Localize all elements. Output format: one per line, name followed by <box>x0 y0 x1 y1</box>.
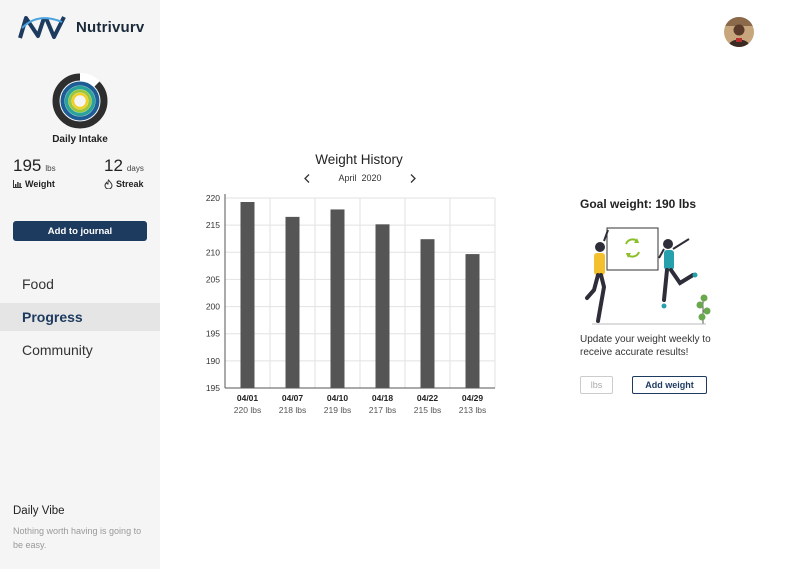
streak-value: 12 <box>104 156 123 175</box>
goal-weight-title: Goal weight: 190 lbs <box>580 197 697 211</box>
y-tick-label: 200 <box>206 302 220 312</box>
bar <box>330 209 345 388</box>
streak-unit: days <box>126 164 144 173</box>
bar <box>375 224 390 388</box>
x-tick-label: 04/18 <box>372 393 394 403</box>
sidebar-nav: Food Progress Community <box>0 270 160 369</box>
y-tick-label: 220 <box>206 193 220 203</box>
update-weight-text: Update your weight weekly to receive acc… <box>580 334 711 358</box>
streak-label: Streak <box>116 179 144 189</box>
add-weight-button[interactable]: Add weight <box>632 376 707 394</box>
bar <box>285 216 300 388</box>
month-year: 2020 <box>361 173 382 183</box>
y-tick-label: 195 <box>206 329 220 339</box>
weight-history-chart: 220 215 210 205 200 195 190 195 04/01 220 lbs 04/0… <box>206 193 496 415</box>
bar-value-label: 215 lbs <box>414 405 441 415</box>
nav-item-food[interactable]: Food <box>0 270 160 298</box>
x-tick-label: 04/10 <box>327 393 349 403</box>
bar <box>420 239 435 388</box>
progress-illustration <box>585 227 711 325</box>
daily-vibe-text: Nothing worth having is going to be easy… <box>13 526 142 550</box>
month-label: April 2020 <box>338 173 381 183</box>
streak-stat: 12 days Streak <box>104 156 144 189</box>
chevron-right-icon[interactable] <box>406 172 420 184</box>
weight-unit: lbs <box>45 164 56 173</box>
y-tick-label: 205 <box>206 274 220 284</box>
weight-history-title: Weight History <box>315 152 403 167</box>
x-tick-label: 04/29 <box>462 393 484 403</box>
month-navigator: April 2020 <box>300 172 420 184</box>
y-tick-label: 215 <box>206 220 220 230</box>
x-tick-label: 04/22 <box>417 393 439 403</box>
add-to-journal-button[interactable]: Add to journal <box>13 221 147 241</box>
avatar[interactable] <box>724 17 754 47</box>
brand-name: Nutrivurv <box>76 18 145 36</box>
bar-chart-icon <box>13 180 22 188</box>
logo[interactable]: Nutrivurv <box>18 14 144 40</box>
month-name: April <box>338 173 357 183</box>
bar-value-label: 213 lbs <box>459 405 486 415</box>
bar <box>465 254 480 388</box>
x-tick-label: 04/07 <box>282 393 304 403</box>
chevron-left-icon[interactable] <box>300 172 314 184</box>
weight-stat: 195 lbs Weight <box>13 156 56 189</box>
daily-intake-ring[interactable] <box>52 73 108 129</box>
bar-value-label: 219 lbs <box>324 405 351 415</box>
weight-label: Weight <box>25 179 55 189</box>
daily-vibe-title: Daily Vibe <box>13 505 65 517</box>
y-tick-label: 190 <box>206 356 220 366</box>
flame-icon <box>104 179 113 189</box>
nv-logo-icon <box>18 16 66 39</box>
sidebar: Nutrivurv Daily Intake 195 lbs Weight 12 d… <box>0 0 160 569</box>
weight-lbs-input[interactable] <box>580 376 613 394</box>
nav-item-community[interactable]: Community <box>0 336 160 364</box>
user-photo-icon <box>724 17 754 47</box>
bar-value-label: 218 lbs <box>279 405 306 415</box>
y-tick-label: 195 <box>206 383 220 393</box>
x-tick-label: 04/01 <box>237 393 259 403</box>
bar-value-label: 217 lbs <box>369 405 396 415</box>
y-tick-label: 210 <box>206 247 220 257</box>
bar <box>240 202 255 388</box>
daily-intake-label: Daily Intake <box>52 134 108 145</box>
bar-value-label: 220 lbs <box>234 405 261 415</box>
weight-value: 195 <box>13 156 42 175</box>
nav-item-progress[interactable]: Progress <box>0 303 160 331</box>
